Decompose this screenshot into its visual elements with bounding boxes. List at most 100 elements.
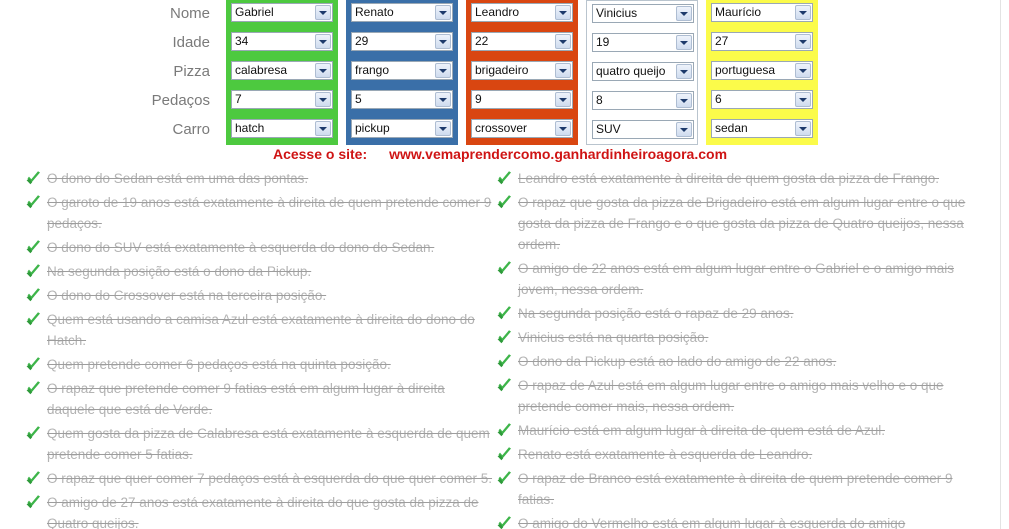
select-value: frango <box>355 63 390 77</box>
select-value: brigadeiro <box>475 63 529 77</box>
chevron-down-icon[interactable] <box>435 92 451 107</box>
chevron-down-icon[interactable] <box>435 63 451 78</box>
chevron-down-icon[interactable] <box>555 92 571 107</box>
clue-item[interactable]: Quem pretende comer 6 pedaços está na qu… <box>26 354 496 375</box>
chevron-down-icon[interactable] <box>676 6 692 21</box>
chevron-down-icon[interactable] <box>676 93 692 108</box>
chevron-down-icon[interactable] <box>795 121 811 136</box>
select-pedacos-1[interactable]: 7 <box>231 90 333 109</box>
chevron-down-icon[interactable] <box>676 64 692 79</box>
chevron-down-icon[interactable] <box>315 63 331 78</box>
check-icon <box>26 240 42 255</box>
select-value: 8 <box>596 93 603 107</box>
clues-column-right: Leandro está exatamente à direita de que… <box>497 168 967 529</box>
clue-text: O rapaz de Azul está em algum lugar entr… <box>518 378 944 414</box>
chevron-down-icon[interactable] <box>315 34 331 49</box>
clue-item[interactable]: Na segunda posição está o dono da Pickup… <box>26 261 496 282</box>
clue-item[interactable]: O dono do Crossover está na terceira pos… <box>26 285 496 306</box>
clue-text: O amigo de 22 anos está em algum lugar e… <box>518 261 954 297</box>
select-pedacos-2[interactable]: 5 <box>351 90 453 109</box>
select-nome-4[interactable]: Vinicius <box>592 4 694 23</box>
select-pizza-5[interactable]: portuguesa <box>711 61 813 80</box>
chevron-down-icon[interactable] <box>435 121 451 136</box>
banner-url[interactable]: www.vemaprendercomo.ganhardinheiroagora.… <box>389 146 727 162</box>
row-labels-column: Nome Idade Pizza Pedaços Carro <box>0 0 222 145</box>
clue-item[interactable]: Quem gosta da pizza de Calabresa está ex… <box>26 423 496 465</box>
clue-item[interactable]: Quem está usando a camisa Azul está exat… <box>26 309 496 351</box>
select-idade-2[interactable]: 29 <box>351 32 453 51</box>
clue-item[interactable]: Renato está exatamente à esquerda de Lea… <box>497 444 967 465</box>
clue-item[interactable]: O dono da Pickup está ao lado do amigo d… <box>497 351 967 372</box>
select-carro-3[interactable]: crossover <box>471 119 573 138</box>
check-icon <box>26 381 42 396</box>
clue-text: Renato está exatamente à esquerda de Lea… <box>518 447 813 462</box>
select-nome-5[interactable]: Maurício <box>711 3 813 22</box>
clue-item[interactable]: O amigo de 27 anos está exatamente à dir… <box>26 492 496 529</box>
clue-item[interactable]: O rapaz que gosta da pizza de Brigadeiro… <box>497 192 967 255</box>
chevron-down-icon[interactable] <box>315 121 331 136</box>
select-value: sedan <box>715 121 748 135</box>
row-label-pizza: Pizza <box>173 63 210 80</box>
check-icon <box>497 195 513 210</box>
clue-item[interactable]: O amigo de 22 anos está em algum lugar e… <box>497 258 967 300</box>
select-nome-2[interactable]: Renato <box>351 3 453 22</box>
chevron-down-icon[interactable] <box>795 63 811 78</box>
row-label-carro: Carro <box>172 121 210 138</box>
select-idade-5[interactable]: 27 <box>711 32 813 51</box>
check-icon <box>497 330 513 345</box>
chevron-down-icon[interactable] <box>555 121 571 136</box>
select-idade-3[interactable]: 22 <box>471 32 573 51</box>
select-carro-1[interactable]: hatch <box>231 119 333 138</box>
clue-item[interactable]: O dono do Sedan está em uma das pontas. <box>26 168 496 189</box>
select-nome-1[interactable]: Gabriel <box>231 3 333 22</box>
site-banner: Acesse o site: www.vemaprendercomo.ganhar… <box>0 146 1000 162</box>
clue-item[interactable]: Maurício está em algum lugar à direita d… <box>497 420 967 441</box>
clue-text: Quem gosta da pizza de Calabresa está ex… <box>47 426 490 462</box>
select-idade-1[interactable]: 34 <box>231 32 333 51</box>
select-pizza-1[interactable]: calabresa <box>231 61 333 80</box>
clue-text: O garoto de 19 anos está exatamente à di… <box>47 195 492 231</box>
clue-item[interactable]: Na segunda posição está o rapaz de 29 an… <box>497 303 967 324</box>
clue-item[interactable]: Vinicius está na quarta posição. <box>497 327 967 348</box>
clue-item[interactable]: O rapaz que pretende comer 9 fatias está… <box>26 378 496 420</box>
chevron-down-icon[interactable] <box>676 35 692 50</box>
select-pedacos-3[interactable]: 9 <box>471 90 573 109</box>
select-carro-4[interactable]: SUV <box>592 120 694 139</box>
chevron-down-icon[interactable] <box>315 92 331 107</box>
clue-item[interactable]: Leandro está exatamente à direita de que… <box>497 168 967 189</box>
chevron-down-icon[interactable] <box>555 34 571 49</box>
select-carro-2[interactable]: pickup <box>351 119 453 138</box>
select-value: 6 <box>715 92 722 106</box>
select-value: SUV <box>596 122 621 136</box>
clue-item[interactable]: O rapaz de Branco está exatamente à dire… <box>497 468 967 510</box>
select-pizza-2[interactable]: frango <box>351 61 453 80</box>
solution-grid: Nome Idade Pizza Pedaços Carro Gabriel 3… <box>0 0 1000 145</box>
chevron-down-icon[interactable] <box>555 5 571 20</box>
chevron-down-icon[interactable] <box>795 5 811 20</box>
clue-item[interactable]: O dono do SUV está exatamente à esquerda… <box>26 237 496 258</box>
select-carro-5[interactable]: sedan <box>711 119 813 138</box>
chevron-down-icon[interactable] <box>435 5 451 20</box>
select-idade-4[interactable]: 19 <box>592 33 694 52</box>
banner-lead-text: Acesse o site: <box>272 146 368 162</box>
chevron-down-icon[interactable] <box>795 34 811 49</box>
chevron-down-icon[interactable] <box>435 34 451 49</box>
select-pizza-3[interactable]: brigadeiro <box>471 61 573 80</box>
select-value: pickup <box>355 121 390 135</box>
chevron-down-icon[interactable] <box>315 5 331 20</box>
select-pedacos-5[interactable]: 6 <box>711 90 813 109</box>
person-column-5-amarelo: Maurício 27 portuguesa 6 sedan <box>706 0 818 145</box>
select-pedacos-4[interactable]: 8 <box>592 91 694 110</box>
clue-item[interactable]: O amigo do Vermelho está em algum lugar … <box>497 513 967 529</box>
clue-text: O dono da Pickup está ao lado do amigo d… <box>518 354 837 369</box>
clues-column-left: O dono do Sedan está em uma das pontas. … <box>26 168 496 529</box>
select-pizza-4[interactable]: quatro queijo <box>592 62 694 81</box>
check-icon <box>497 447 513 462</box>
select-nome-3[interactable]: Leandro <box>471 3 573 22</box>
clue-item[interactable]: O rapaz de Azul está em algum lugar entr… <box>497 375 967 417</box>
chevron-down-icon[interactable] <box>676 122 692 137</box>
clue-item[interactable]: O garoto de 19 anos está exatamente à di… <box>26 192 496 234</box>
chevron-down-icon[interactable] <box>795 92 811 107</box>
chevron-down-icon[interactable] <box>555 63 571 78</box>
clue-item[interactable]: O rapaz que quer comer 7 pedaços está à … <box>26 468 496 489</box>
